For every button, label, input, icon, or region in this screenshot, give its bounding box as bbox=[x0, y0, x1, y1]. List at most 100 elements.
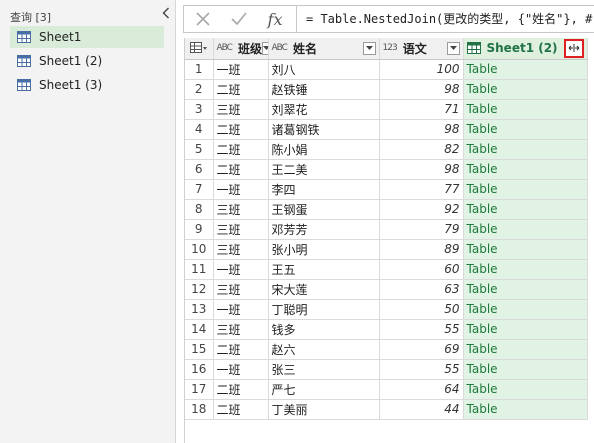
row-number[interactable]: 5 bbox=[185, 139, 214, 160]
cell-name[interactable]: 刘翠花 bbox=[268, 99, 380, 120]
cell-table-link[interactable]: Table bbox=[463, 79, 588, 100]
row-number[interactable]: 9 bbox=[185, 219, 214, 240]
cell-name[interactable]: 张小明 bbox=[268, 239, 380, 260]
cell-name[interactable]: 王二美 bbox=[268, 159, 380, 180]
cell-score[interactable]: 50 bbox=[379, 299, 464, 320]
row-number[interactable]: 6 bbox=[185, 159, 214, 180]
row-number[interactable]: 1 bbox=[185, 59, 214, 80]
cell-score[interactable]: 100 bbox=[379, 59, 464, 80]
cell-score[interactable]: 64 bbox=[379, 379, 464, 400]
cell-score[interactable]: 98 bbox=[379, 159, 464, 180]
cell-class[interactable]: 二班 bbox=[213, 339, 269, 360]
cell-table-link[interactable]: Table bbox=[463, 239, 588, 260]
cell-score[interactable]: 77 bbox=[379, 179, 464, 200]
row-number[interactable]: 2 bbox=[185, 79, 214, 100]
column-header-class[interactable]: ABC 班级 bbox=[213, 38, 269, 60]
cell-name[interactable]: 钱多 bbox=[268, 319, 380, 340]
cell-score[interactable]: 44 bbox=[379, 399, 464, 420]
cell-table-link[interactable]: Table bbox=[463, 259, 588, 280]
cell-table-link[interactable]: Table bbox=[463, 219, 588, 240]
cell-table-link[interactable]: Table bbox=[463, 139, 588, 160]
cell-name[interactable]: 丁聪明 bbox=[268, 299, 380, 320]
cell-score[interactable]: 98 bbox=[379, 119, 464, 140]
cell-name[interactable]: 邓芳芳 bbox=[268, 219, 380, 240]
column-header-name[interactable]: ABC 姓名 bbox=[268, 38, 380, 60]
confirm-formula-button[interactable] bbox=[222, 6, 256, 32]
cell-name[interactable]: 张三 bbox=[268, 359, 380, 380]
cell-score[interactable]: 69 bbox=[379, 339, 464, 360]
cell-name[interactable]: 严七 bbox=[268, 379, 380, 400]
cell-name[interactable]: 宋大莲 bbox=[268, 279, 380, 300]
cell-table-link[interactable]: Table bbox=[463, 399, 588, 420]
cell-class[interactable]: 二班 bbox=[213, 79, 269, 100]
cell-table-link[interactable]: Table bbox=[463, 299, 588, 320]
cell-class[interactable]: 三班 bbox=[213, 319, 269, 340]
row-number[interactable]: 15 bbox=[185, 339, 214, 360]
cell-score[interactable]: 55 bbox=[379, 319, 464, 340]
cell-table-link[interactable]: Table bbox=[463, 159, 588, 180]
cell-class[interactable]: 一班 bbox=[213, 59, 269, 80]
cell-score[interactable]: 92 bbox=[379, 199, 464, 220]
cell-table-link[interactable]: Table bbox=[463, 179, 588, 200]
cell-class[interactable]: 三班 bbox=[213, 199, 269, 220]
cell-class[interactable]: 一班 bbox=[213, 299, 269, 320]
collapse-pane-button[interactable] bbox=[159, 5, 173, 21]
row-number[interactable]: 11 bbox=[185, 259, 214, 280]
column-header-sheet1-2[interactable]: Sheet1 (2) bbox=[463, 38, 588, 60]
cell-table-link[interactable]: Table bbox=[463, 319, 588, 340]
row-number[interactable]: 18 bbox=[185, 399, 214, 420]
cell-class[interactable]: 一班 bbox=[213, 259, 269, 280]
query-item[interactable]: Sheet1 bbox=[10, 26, 164, 48]
cell-class[interactable]: 三班 bbox=[213, 99, 269, 120]
filter-dropdown-button[interactable] bbox=[362, 41, 376, 55]
row-number[interactable]: 14 bbox=[185, 319, 214, 340]
cell-class[interactable]: 三班 bbox=[213, 239, 269, 260]
query-item[interactable]: Sheet1 (2) bbox=[10, 50, 164, 72]
insert-function-button[interactable]: fx bbox=[258, 6, 292, 32]
cell-class[interactable]: 三班 bbox=[213, 279, 269, 300]
filter-dropdown-button[interactable] bbox=[446, 41, 460, 55]
cell-name[interactable]: 诸葛钢铁 bbox=[268, 119, 380, 140]
row-number[interactable]: 8 bbox=[185, 199, 214, 220]
row-number[interactable]: 4 bbox=[185, 119, 214, 140]
cell-score[interactable]: 71 bbox=[379, 99, 464, 120]
cell-name[interactable]: 赵铁锤 bbox=[268, 79, 380, 100]
cell-table-link[interactable]: Table bbox=[463, 99, 588, 120]
formula-input[interactable]: = Table.NestedJoin(更改的类型, {"姓名"}, #"Sh bbox=[306, 6, 594, 32]
cell-class[interactable]: 二班 bbox=[213, 139, 269, 160]
cell-score[interactable]: 98 bbox=[379, 79, 464, 100]
cell-class[interactable]: 二班 bbox=[213, 119, 269, 140]
cell-table-link[interactable]: Table bbox=[463, 279, 588, 300]
cell-table-link[interactable]: Table bbox=[463, 59, 588, 80]
row-number[interactable]: 13 bbox=[185, 299, 214, 320]
cell-table-link[interactable]: Table bbox=[463, 379, 588, 400]
cell-table-link[interactable]: Table bbox=[463, 199, 588, 220]
cell-table-link[interactable]: Table bbox=[463, 119, 588, 140]
row-number[interactable]: 16 bbox=[185, 359, 214, 380]
cancel-formula-button[interactable] bbox=[186, 6, 220, 32]
cell-score[interactable]: 89 bbox=[379, 239, 464, 260]
cell-name[interactable]: 丁美丽 bbox=[268, 399, 380, 420]
cell-class[interactable]: 一班 bbox=[213, 179, 269, 200]
cell-score[interactable]: 79 bbox=[379, 219, 464, 240]
cell-name[interactable]: 王五 bbox=[268, 259, 380, 280]
cell-table-link[interactable]: Table bbox=[463, 339, 588, 360]
cell-score[interactable]: 55 bbox=[379, 359, 464, 380]
cell-class[interactable]: 三班 bbox=[213, 219, 269, 240]
cell-name[interactable]: 赵六 bbox=[268, 339, 380, 360]
cell-name[interactable]: 陈小娟 bbox=[268, 139, 380, 160]
cell-score[interactable]: 82 bbox=[379, 139, 464, 160]
cell-score[interactable]: 63 bbox=[379, 279, 464, 300]
cell-score[interactable]: 60 bbox=[379, 259, 464, 280]
row-number[interactable]: 10 bbox=[185, 239, 214, 260]
grid-corner-menu[interactable] bbox=[185, 38, 214, 60]
cell-class[interactable]: 二班 bbox=[213, 399, 269, 420]
expand-column-button[interactable] bbox=[563, 38, 584, 58]
cell-table-link[interactable]: Table bbox=[463, 359, 588, 380]
cell-class[interactable]: 一班 bbox=[213, 359, 269, 380]
row-number[interactable]: 17 bbox=[185, 379, 214, 400]
cell-name[interactable]: 刘八 bbox=[268, 59, 380, 80]
column-header-chinese[interactable]: 123 语文 bbox=[379, 38, 464, 60]
cell-class[interactable]: 二班 bbox=[213, 159, 269, 180]
query-item[interactable]: Sheet1 (3) bbox=[10, 74, 164, 96]
